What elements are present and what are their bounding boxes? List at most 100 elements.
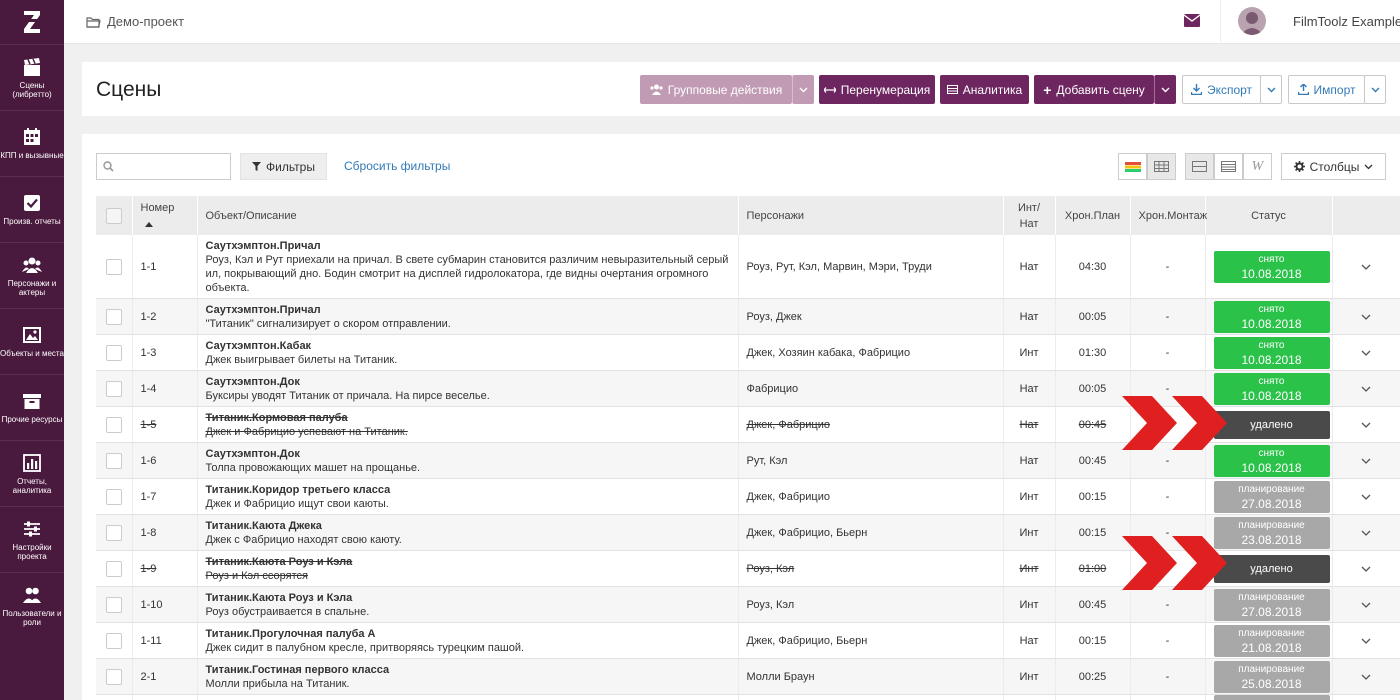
breadcrumb-project[interactable]: Демо-проект (107, 14, 184, 29)
row-actions-cell[interactable] (1332, 298, 1400, 335)
scene-chron-montage[interactable]: - (1130, 658, 1206, 695)
scene-object-cell[interactable]: Титаник.Прогулочная палуба А Джек сидит в… (197, 622, 739, 659)
scene-int-nat[interactable]: Инт (1003, 478, 1056, 515)
scene-int-nat[interactable]: Инт (1003, 514, 1056, 551)
sidebar-item-5[interactable]: Прочие ресурсы (0, 374, 64, 440)
scene-characters[interactable]: Джек, Фабрицио, Бьерн (738, 622, 1004, 659)
group-actions-button[interactable]: Групповые действия (640, 75, 792, 104)
renumber-button[interactable]: Перенумерация (819, 75, 935, 104)
scene-characters[interactable]: Рут, Кэл (738, 442, 1004, 479)
scene-int-nat[interactable]: Инт (1003, 334, 1056, 371)
sidebar-item-6[interactable]: Отчеты, аналитика (0, 440, 64, 506)
status-badge[interactable]: планирование 27.08.2018 (1213, 588, 1330, 621)
chevron-down-icon[interactable] (1361, 602, 1371, 608)
sidebar-item-1[interactable]: КПП и вызывные (0, 110, 64, 176)
status-badge[interactable]: планирование 25.08.2018 (1213, 660, 1330, 693)
scene-object-cell[interactable]: Титаник.Кормовая палуба Джек и Фабрицио у… (197, 406, 739, 443)
col-status[interactable]: Статус (1205, 196, 1333, 235)
status-badge[interactable]: планирование 27.08.2018 (1213, 480, 1330, 513)
wrap-text-button[interactable]: W (1243, 153, 1272, 180)
chevron-down-icon[interactable] (1361, 638, 1371, 644)
status-badge[interactable]: снято 10.08.2018 (1213, 336, 1330, 369)
row-select-cell[interactable] (96, 658, 133, 695)
row-select-cell[interactable] (96, 370, 133, 407)
scene-characters[interactable]: Роуз, Джек (738, 298, 1004, 335)
scene-chron-montage[interactable]: - (1130, 298, 1206, 335)
scene-characters[interactable]: Роуз, Рут, Кэл, Марвин, Мэри, Труди (738, 235, 1004, 299)
row-actions-cell[interactable] (1332, 550, 1400, 587)
scene-number[interactable]: 2-1 (132, 658, 198, 695)
sidebar-item-3[interactable]: Персонажи и актеры (0, 242, 64, 308)
scene-int-nat[interactable]: Нат (1003, 235, 1056, 299)
scene-characters[interactable]: Джек, Фабрицио (738, 694, 1004, 700)
row-select-cell[interactable] (96, 586, 133, 623)
scene-number[interactable]: 1-11 (132, 622, 198, 659)
sidebar-item-2[interactable]: Произв. отчеты (0, 176, 64, 242)
row-select-cell[interactable] (96, 694, 133, 700)
search-input[interactable] (117, 157, 227, 176)
app-logo[interactable] (0, 0, 64, 44)
search-box[interactable] (96, 153, 231, 180)
export-button[interactable]: Экспорт (1182, 75, 1261, 104)
row-checkbox[interactable] (105, 560, 122, 577)
analytics-button[interactable]: Аналитика (940, 75, 1029, 104)
scene-number[interactable]: 2-2 (132, 694, 198, 700)
scene-number[interactable]: 1-2 (132, 298, 198, 335)
chevron-down-icon[interactable] (1361, 350, 1371, 356)
scene-object-cell[interactable]: Саутхэмптон.Причал "Титаник" сигнализируе… (197, 298, 739, 335)
row-checkbox[interactable] (105, 452, 122, 469)
scene-chron-montage[interactable]: - (1130, 622, 1206, 659)
scene-number[interactable]: 1-8 (132, 514, 198, 551)
scene-number[interactable]: 1-7 (132, 478, 198, 515)
row-actions-cell[interactable] (1332, 235, 1400, 299)
sidebar-item-7[interactable]: Настройки проекта (0, 506, 64, 572)
grid-view-button[interactable] (1147, 153, 1176, 180)
scene-characters[interactable]: Джек, Фабрицио, Бьерн (738, 514, 1004, 551)
row-select-cell[interactable] (96, 298, 133, 335)
scene-chron-plan[interactable]: 00:45 (1055, 586, 1131, 623)
scene-characters[interactable]: Молли Браун (738, 658, 1004, 695)
table-row[interactable]: 1-7 Титаник.Коридор третьего класса Джек и… (96, 478, 1400, 515)
compact-rows-button[interactable] (1185, 153, 1214, 180)
row-actions-cell[interactable] (1332, 370, 1400, 407)
scene-chron-plan[interactable]: 00:05 (1055, 298, 1131, 335)
scene-chron-montage[interactable]: - (1130, 235, 1206, 299)
sidebar-item-0[interactable]: Сцены (либретто) (0, 44, 64, 110)
chevron-down-icon[interactable] (1361, 530, 1371, 536)
table-row[interactable]: 1-10 Титаник.Каюта Роуз и Кэла Роуз обустр… (96, 586, 1400, 623)
table-row[interactable]: 2-2Титаник.Нос корабляДжек, ФабрициоНат0… (96, 694, 1400, 700)
col-chron-plan[interactable]: Хрон.План (1055, 196, 1131, 235)
chevron-down-icon[interactable] (1361, 674, 1371, 680)
mail-icon[interactable] (1183, 14, 1201, 30)
row-checkbox[interactable] (105, 380, 122, 397)
scene-chron-montage[interactable]: - (1130, 694, 1206, 700)
sidebar-item-8[interactable]: Пользователи и роли (0, 572, 64, 638)
row-checkbox[interactable] (105, 632, 122, 649)
chevron-down-icon[interactable] (1361, 314, 1371, 320)
row-actions-cell[interactable] (1332, 406, 1400, 443)
scene-characters[interactable]: Джек, Фабрицио (738, 478, 1004, 515)
table-row[interactable]: 1-11 Титаник.Прогулочная палуба А Джек сид… (96, 622, 1400, 659)
scene-characters[interactable]: Роуз, Кэл (738, 550, 1004, 587)
scene-chron-montage[interactable]: - (1130, 334, 1206, 371)
breadcrumb[interactable]: Демо-проект (86, 14, 184, 29)
scene-chron-plan[interactable]: 00:15 (1055, 478, 1131, 515)
scene-chron-plan[interactable]: 00:25 (1055, 658, 1131, 695)
col-object[interactable]: Объект/Описание (197, 196, 739, 235)
scene-number[interactable]: 1-5 (132, 406, 198, 443)
reset-filters-link[interactable]: Сбросить фильтры (344, 159, 450, 173)
scene-chron-plan[interactable]: 01:00 (1055, 550, 1131, 587)
avatar[interactable] (1238, 7, 1266, 35)
table-row[interactable]: 1-2 Саутхэмптон.Причал "Титаник" сигнализи… (96, 298, 1400, 335)
row-checkbox[interactable] (105, 308, 122, 325)
scene-object-cell[interactable]: Титаник.Нос корабля (197, 694, 739, 700)
user-name[interactable]: FilmToolz Example (1293, 14, 1400, 29)
row-checkbox[interactable] (105, 524, 122, 541)
scene-chron-plan[interactable]: 00:15 (1055, 514, 1131, 551)
row-select-cell[interactable] (96, 622, 133, 659)
color-view-button[interactable] (1118, 153, 1147, 180)
list-rows-button[interactable] (1214, 153, 1243, 180)
chevron-down-icon[interactable] (1361, 386, 1371, 392)
scene-characters[interactable]: Фабрицио (738, 370, 1004, 407)
sidebar-item-4[interactable]: Объекты и места (0, 308, 64, 374)
